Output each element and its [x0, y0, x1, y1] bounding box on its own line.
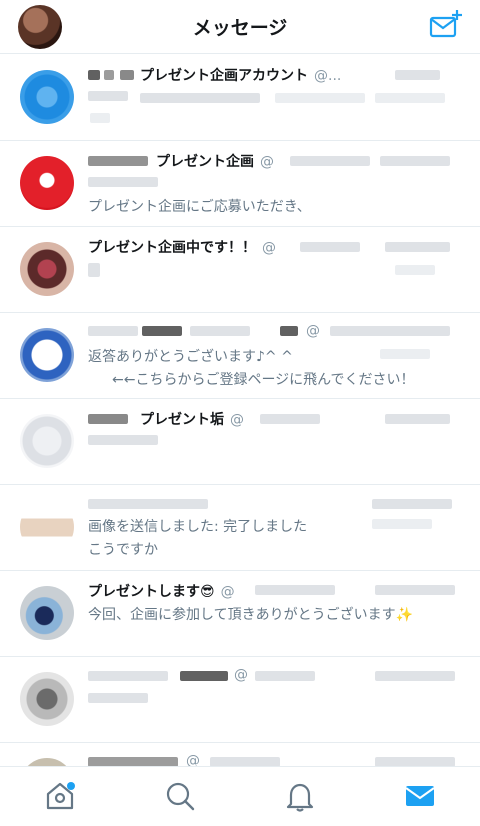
redacted-text	[255, 671, 315, 681]
conversation-name: プレゼント企画アカウント @...	[140, 68, 342, 84]
redacted-text	[104, 70, 114, 80]
redacted-timestamp	[330, 326, 450, 336]
redacted-text	[372, 519, 432, 529]
bottom-tab-bar	[0, 766, 480, 826]
avatar	[20, 242, 74, 296]
redacted-timestamp	[380, 156, 450, 166]
avatar	[20, 328, 74, 382]
redacted-text	[375, 93, 445, 103]
avatar	[20, 70, 74, 124]
message-preview: 今回、企画に参加して頂きありがとうございます✨	[88, 607, 414, 623]
conversation-item[interactable]: @ 返答ありがとうございます♪^ ^ ←←こちらからご登録ページに飛んでください…	[0, 313, 480, 399]
redacted-text	[88, 414, 128, 424]
message-preview: 返答ありがとうございます♪^ ^	[88, 349, 293, 365]
redacted-text	[255, 585, 335, 595]
conversation-item[interactable]: プレゼントします😎 @ 今回、企画に参加して頂きありがとうございます✨	[0, 571, 480, 657]
conversation-item[interactable]: @	[0, 657, 480, 743]
page-title: メッセージ	[192, 17, 288, 39]
redacted-text	[290, 156, 370, 166]
bell-icon[interactable]	[283, 779, 317, 813]
conversation-item[interactable]: プレゼント企画 @ プレゼント企画にご応募いただき、	[0, 141, 480, 227]
top-bar: メッセージ	[0, 0, 480, 54]
redacted-text	[88, 91, 128, 101]
message-preview: プレゼント企画にご応募いただき、	[88, 199, 311, 215]
conversation-name: @	[234, 667, 248, 683]
redacted-text	[88, 263, 100, 277]
redacted-text	[88, 177, 158, 187]
redacted-text	[300, 242, 360, 252]
redacted-text	[395, 265, 435, 275]
redacted-text	[140, 93, 260, 103]
redacted-text	[280, 326, 298, 336]
avatar	[20, 156, 74, 210]
redacted-timestamp	[372, 499, 452, 509]
redacted-text	[142, 326, 182, 336]
message-preview: ←←こちらからご登録ページに飛んでください！	[112, 372, 415, 388]
home-icon[interactable]	[43, 779, 77, 813]
conversation-name: プレゼント企画 @	[156, 154, 274, 170]
redacted-timestamp	[395, 70, 440, 80]
conversation-name: プレゼント垢 @	[140, 412, 244, 428]
avatar	[20, 500, 74, 554]
redacted-text	[190, 326, 250, 336]
compose-envelope-icon[interactable]	[428, 8, 464, 42]
redacted-text	[88, 499, 208, 509]
redacted-text	[260, 414, 320, 424]
redacted-timestamp	[375, 671, 455, 681]
conversation-name: プレゼント企画中です！！ @	[88, 240, 276, 256]
conversation-item[interactable]: 画像を送信しました: 完了しました こうですか	[0, 485, 480, 571]
redacted-text	[88, 326, 138, 336]
mail-icon[interactable]	[403, 779, 437, 813]
avatar	[20, 586, 74, 640]
redacted-text	[120, 70, 134, 80]
message-preview: こうですか	[88, 542, 158, 558]
avatar	[20, 414, 74, 468]
conversation-name: プレゼントします😎 @	[88, 584, 235, 600]
message-preview: 画像を送信しました: 完了しました	[88, 519, 308, 535]
redacted-text	[275, 93, 365, 103]
search-icon[interactable]	[163, 779, 197, 813]
redacted-text	[88, 435, 158, 445]
conversation-name: @	[306, 323, 320, 339]
redacted-text	[88, 693, 148, 703]
redacted-text	[88, 156, 148, 166]
conversation-item[interactable]: プレゼント企画中です！！ @	[0, 227, 480, 313]
redacted-timestamp	[385, 414, 450, 424]
conversation-item[interactable]: プレゼント垢 @	[0, 399, 480, 485]
conversation-item[interactable]: プレゼント企画アカウント @...	[0, 55, 480, 141]
redacted-text	[90, 113, 110, 123]
redacted-text	[180, 671, 228, 681]
redacted-text	[88, 70, 100, 80]
redacted-text	[88, 671, 168, 681]
redacted-timestamp	[385, 242, 450, 252]
redacted-timestamp	[375, 585, 455, 595]
avatar	[20, 672, 74, 726]
redacted-text	[380, 349, 430, 359]
